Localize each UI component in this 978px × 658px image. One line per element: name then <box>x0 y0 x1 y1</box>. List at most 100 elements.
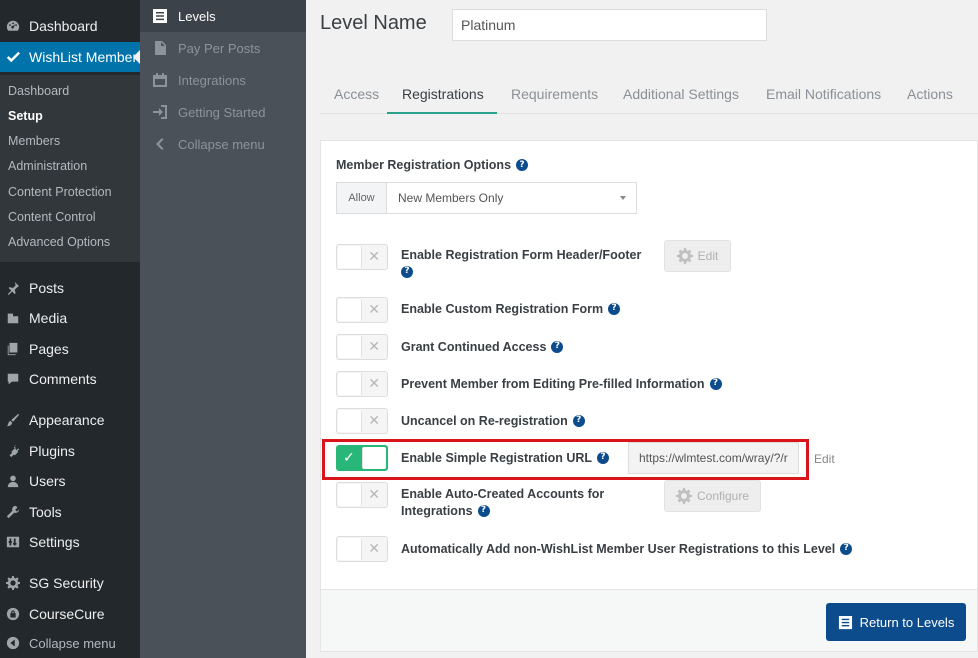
menu-appearance-label: Appearance <box>29 412 105 428</box>
brush-icon <box>6 413 20 427</box>
comments-icon <box>6 372 20 386</box>
menu-settings[interactable]: Settings <box>0 527 140 557</box>
submenu-administration[interactable]: Administration <box>8 159 87 173</box>
menu-appearance[interactable]: Appearance <box>0 405 140 435</box>
menu-dashboard[interactable]: Dashboard <box>0 11 140 41</box>
wishlist-check-icon <box>6 50 20 64</box>
settings-sliders-icon <box>6 535 20 549</box>
menu-users[interactable]: Users <box>0 466 140 496</box>
tab-requirements[interactable]: Requirements <box>511 86 598 102</box>
x-icon: ✕ <box>368 413 380 429</box>
toggle-knob <box>338 246 362 268</box>
toggle-auto-add[interactable]: ✕ <box>336 536 388 562</box>
option-auto-created-line1: Enable Auto-Created Accounts for <box>401 487 605 501</box>
menu-posts[interactable]: Posts <box>0 273 140 303</box>
card-footer: Return to Levels <box>320 590 978 652</box>
menu-users-label: Users <box>29 473 66 489</box>
menu-collapse[interactable]: Collapse menu <box>0 628 140 658</box>
wishlist-submenu: Dashboard Setup Members Administration C… <box>0 75 140 262</box>
wrench-icon <box>6 505 20 519</box>
allow-select-value[interactable]: New Members Only <box>387 183 636 213</box>
simple-registration-url-field[interactable]: https://wlmtest.com/wray/?/r <box>628 442 799 474</box>
help-icon[interactable]: ? <box>840 542 853 555</box>
toggle-knob <box>338 373 362 395</box>
list-doc-icon <box>152 8 168 24</box>
help-icon[interactable]: ? <box>401 265 413 278</box>
submenu-content-protection[interactable]: Content Protection <box>8 185 112 199</box>
menu-sg-security[interactable]: SG Security <box>0 568 140 598</box>
wp-admin-menu: Dashboard WishList Member Dashboard Setu… <box>0 0 140 658</box>
toggle-auto-created[interactable]: ✕ <box>336 482 388 508</box>
toggle-simple-url[interactable]: ✓ <box>336 445 388 471</box>
option-auto-add-text: Automatically Add non-WishList Member Us… <box>401 542 836 556</box>
allow-selected-text: New Members Only <box>398 191 504 205</box>
tab-additional-settings[interactable]: Additional Settings <box>623 86 739 102</box>
toggle-prevent-editing[interactable]: ✕ <box>336 371 388 397</box>
menu-sg-security-label: SG Security <box>29 575 104 591</box>
menu-media[interactable]: Media <box>0 303 140 333</box>
tab-email-notifications[interactable]: Email Notifications <box>766 86 881 102</box>
tab-actions[interactable]: Actions <box>907 86 953 102</box>
x-icon: ✕ <box>368 302 380 318</box>
submenu-members[interactable]: Members <box>8 134 60 148</box>
toggle-custom-form[interactable]: ✕ <box>336 297 388 323</box>
option-auto-created: Enable Auto-Created Accounts for Integra… <box>401 486 604 520</box>
toggle-header-footer[interactable]: ✕ <box>336 244 388 270</box>
wlm-nav-getting-started[interactable]: Getting Started <box>140 96 306 128</box>
menu-pages-label: Pages <box>29 341 69 357</box>
simple-url-edit-link[interactable]: Edit <box>814 452 835 466</box>
wlm-setup-panel: Levels Pay Per Posts Integrations Gettin… <box>140 0 306 658</box>
menu-tools[interactable]: Tools <box>0 497 140 527</box>
toggle-grant-continued[interactable]: ✕ <box>336 334 388 360</box>
help-icon[interactable]: ? <box>572 414 585 427</box>
help-icon[interactable]: ? <box>516 159 529 171</box>
help-icon[interactable]: ? <box>477 504 490 517</box>
level-name-input[interactable] <box>452 9 767 41</box>
document-icon <box>152 40 168 56</box>
option-header-footer-text: Enable Registration Form Header/Footer <box>401 248 642 262</box>
edit-header-footer-button[interactable]: Edit <box>664 240 731 272</box>
option-auto-created-line2: Integrations <box>401 504 473 518</box>
menu-pages[interactable]: Pages <box>0 334 140 364</box>
option-header-footer: Enable Registration Form Header/Footer ? <box>401 247 641 281</box>
option-grant-continued-text: Grant Continued Access <box>401 340 547 354</box>
option-custom-form-text: Enable Custom Registration Form <box>401 302 604 316</box>
toggle-knob <box>338 336 362 358</box>
return-to-levels-button[interactable]: Return to Levels <box>826 603 966 641</box>
toggle-uncancel[interactable]: ✕ <box>336 408 388 434</box>
wlm-nav-levels[interactable]: Levels <box>140 0 306 32</box>
option-simple-url: Enable Simple Registration URL? <box>401 450 610 467</box>
help-icon[interactable]: ? <box>608 302 621 315</box>
gear-icon <box>676 248 693 264</box>
menu-plugins[interactable]: Plugins <box>0 436 140 466</box>
coursecure-icon <box>6 607 20 621</box>
option-custom-form: Enable Custom Registration Form? <box>401 301 621 318</box>
wlm-nav-pay-per-posts[interactable]: Pay Per Posts <box>140 32 306 64</box>
registrations-card: Member Registration Options ? Allow New … <box>320 140 978 590</box>
menu-coursecure[interactable]: CourseCure <box>0 599 140 629</box>
option-uncancel: Uncancel on Re-registration? <box>401 413 585 430</box>
wlm-nav-integrations-label: Integrations <box>178 72 246 88</box>
tab-registrations[interactable]: Registrations <box>402 86 484 102</box>
help-icon[interactable]: ? <box>597 451 610 464</box>
menu-tools-label: Tools <box>29 504 62 520</box>
submenu-advanced-options[interactable]: Advanced Options <box>8 235 110 249</box>
configure-auto-created-button[interactable]: Configure <box>664 480 761 512</box>
submenu-content-control[interactable]: Content Control <box>8 210 96 224</box>
help-icon[interactable]: ? <box>709 377 722 390</box>
submenu-setup[interactable]: Setup <box>8 109 43 123</box>
x-icon: ✕ <box>368 249 380 265</box>
signin-icon <box>152 104 168 120</box>
caret-down-icon <box>620 196 626 200</box>
help-icon[interactable]: ? <box>551 340 564 353</box>
menu-comments[interactable]: Comments <box>0 364 140 394</box>
wlm-nav-integrations[interactable]: Integrations <box>140 64 306 96</box>
tab-access[interactable]: Access <box>334 86 379 102</box>
menu-wishlist-member[interactable]: WishList Member <box>0 42 140 72</box>
allow-select[interactable]: Allow New Members Only <box>336 182 637 214</box>
active-tab-indicator <box>387 112 497 114</box>
x-icon: ✕ <box>368 487 380 503</box>
x-icon: ✕ <box>368 376 380 392</box>
submenu-dashboard[interactable]: Dashboard <box>8 84 69 98</box>
wlm-nav-collapse[interactable]: Collapse menu <box>140 128 306 160</box>
